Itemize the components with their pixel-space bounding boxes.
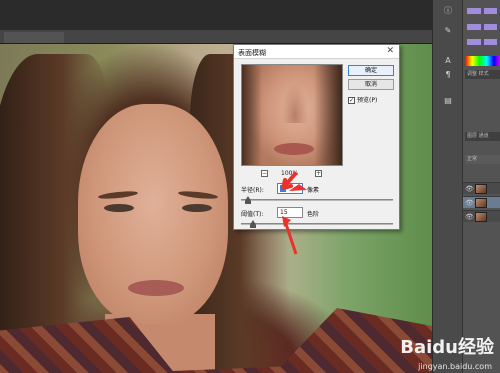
tab-layers[interactable]: 图层 通道 <box>465 132 500 141</box>
threshold-slider-thumb[interactable] <box>250 220 256 228</box>
paragraph-icon[interactable]: ¶ <box>442 70 454 80</box>
photo-eye-right <box>182 204 212 212</box>
preview-nose <box>282 83 308 123</box>
layer-row[interactable]: 👁 <box>463 182 500 194</box>
threshold-label: 阈值(T): <box>241 211 264 218</box>
swatch[interactable] <box>467 23 481 30</box>
radius-row: 半径(R): 5 像素 <box>241 183 391 195</box>
swatch[interactable] <box>467 39 481 46</box>
close-icon[interactable]: ✕ <box>386 46 394 56</box>
document-tab-bar <box>0 30 432 44</box>
layer-row[interactable]: 👁 <box>463 210 500 222</box>
layer-thumbnail <box>475 198 487 208</box>
history-icon[interactable]: ▤ <box>442 96 454 106</box>
preview-hair-left <box>242 65 262 165</box>
threshold-unit: 色阶 <box>307 211 320 218</box>
preview-lips <box>274 143 314 155</box>
swatch[interactable] <box>467 8 481 14</box>
radius-input[interactable]: 5 <box>277 183 303 194</box>
cancel-button[interactable]: 取消 <box>348 79 394 90</box>
watermark-url: jingyan.baidu.com <box>418 362 492 371</box>
swatch[interactable] <box>483 23 497 30</box>
zoom-value: 100% <box>281 170 299 177</box>
swatch[interactable] <box>483 39 497 46</box>
dialog-title: 表面模糊 <box>238 49 266 57</box>
photo-lips <box>128 280 184 296</box>
text-icon[interactable]: A <box>442 56 454 66</box>
zoom-in-button[interactable]: + <box>315 170 322 177</box>
panel-icon-column: ⓘ ✎ A ¶ ▤ <box>433 0 463 373</box>
threshold-slider-track <box>241 223 393 225</box>
eye-icon[interactable]: 👁 <box>465 199 474 207</box>
ok-button[interactable]: 确定 <box>348 65 394 76</box>
info-icon[interactable]: ⓘ <box>442 6 454 16</box>
options-bar <box>0 0 432 30</box>
radius-slider[interactable] <box>241 196 393 204</box>
right-panel: ⓘ ✎ A ¶ ▤ 调整 样式 图层 通道 正常 👁 👁 👁 <box>432 0 500 373</box>
document-tab[interactable] <box>4 32 64 43</box>
zoom-out-button[interactable]: − <box>261 170 268 177</box>
eye-icon[interactable]: 👁 <box>465 185 474 193</box>
photo-eye-left <box>104 204 134 212</box>
baidu-watermark-logo: Baidu经验 <box>400 337 494 358</box>
blend-mode-select[interactable]: 正常 <box>465 155 500 164</box>
color-spectrum[interactable] <box>465 56 500 66</box>
brush-icon[interactable]: ✎ <box>442 26 454 36</box>
swatch[interactable] <box>483 8 497 14</box>
preview-checkbox[interactable]: ✓ 预览(P) <box>348 95 377 104</box>
threshold-input[interactable]: 15 <box>277 207 303 218</box>
surface-blur-dialog: 表面模糊 ✕ − 100% + 确定 取消 ✓ 预览(P) 半径(R): 5 像素… <box>233 44 400 230</box>
eye-icon[interactable]: 👁 <box>465 213 474 221</box>
layer-thumbnail <box>475 184 487 194</box>
layer-thumbnail <box>475 212 487 222</box>
tab-adjustments[interactable]: 调整 样式 <box>465 70 500 79</box>
layer-row-selected[interactable]: 👁 <box>463 196 500 208</box>
swatches-panel <box>467 8 497 52</box>
radius-slider-track <box>241 199 393 201</box>
radius-label: 半径(R): <box>241 187 264 194</box>
checkbox-check-icon[interactable]: ✓ <box>348 97 355 104</box>
filter-preview[interactable] <box>241 64 343 166</box>
radius-unit: 像素 <box>307 187 320 194</box>
threshold-slider[interactable] <box>241 220 393 228</box>
threshold-row: 阈值(T): 15 色阶 <box>241 207 391 219</box>
preview-checkbox-label: 预览(P) <box>357 97 378 104</box>
radius-slider-thumb[interactable] <box>245 196 251 204</box>
dialog-titlebar[interactable]: 表面模糊 ✕ <box>234 45 399 59</box>
preview-zoom-controls: − 100% + <box>241 169 343 179</box>
preview-hair-right <box>314 65 342 165</box>
